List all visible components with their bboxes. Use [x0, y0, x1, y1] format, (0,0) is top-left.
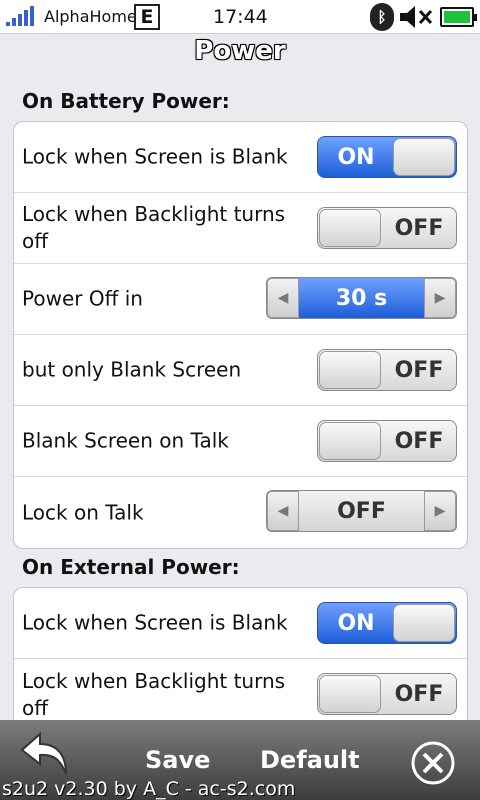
status-bar: AlphaHome E 17:44 ᛒ — [0, 0, 480, 34]
toggle-state: OFF — [394, 357, 444, 383]
arrow-left-icon[interactable]: ◀ — [267, 491, 299, 531]
network-type-badge: E — [134, 4, 160, 30]
toggle-state: ON — [337, 144, 375, 170]
setting-label: Power Off in — [22, 286, 143, 311]
save-button[interactable]: Save — [145, 746, 210, 774]
default-button[interactable]: Default — [260, 746, 360, 774]
power-off-spinner[interactable]: ◀ 30 s ▶ — [266, 277, 457, 319]
clock: 17:44 — [213, 6, 268, 28]
only-blank-screen-toggle[interactable]: OFF — [317, 349, 457, 391]
setting-label: Lock when Screen is Blank — [22, 144, 288, 169]
section-header-battery: On Battery Power: — [22, 89, 230, 113]
lock-when-blank-toggle[interactable]: ON — [317, 136, 457, 178]
toggle-state: OFF — [394, 215, 444, 241]
battery-settings-group: Lock when Screen is Blank ON Lock when B… — [13, 121, 468, 549]
section-header-external: On External Power: — [22, 555, 240, 579]
page-title: Power — [194, 36, 286, 66]
volume-muted-icon — [400, 6, 433, 28]
battery-icon — [440, 7, 477, 27]
bluetooth-icon: ᛒ — [370, 3, 394, 31]
ext-lock-when-backlight-off-toggle[interactable]: OFF — [317, 673, 457, 715]
setting-label: Lock on Talk — [22, 500, 144, 524]
toggle-knob — [319, 209, 381, 247]
toggle-knob — [393, 604, 455, 642]
carrier-name: AlphaHome — [44, 7, 137, 26]
list-item: Lock when Backlight turns off OFF — [14, 193, 467, 264]
toggle-knob — [319, 422, 381, 460]
list-item: but only Blank Screen OFF — [14, 335, 467, 406]
ext-lock-when-blank-toggle[interactable]: ON — [317, 602, 457, 644]
lock-on-talk-spinner[interactable]: ◀ OFF ▶ — [266, 490, 457, 532]
list-item: Lock when Screen is Blank ON — [14, 122, 467, 193]
external-settings-group: Lock when Screen is Blank ON Lock when B… — [13, 587, 468, 731]
list-item: Lock on Talk ◀ OFF ▶ — [14, 477, 467, 548]
battery-level — [444, 11, 470, 23]
list-item: Blank Screen on Talk OFF — [14, 406, 467, 477]
setting-label: Lock when Backlight turns off — [22, 668, 286, 720]
close-icon[interactable] — [410, 740, 456, 786]
blank-screen-on-talk-toggle[interactable]: OFF — [317, 420, 457, 462]
arrow-left-icon[interactable]: ◀ — [267, 278, 299, 318]
spinner-value: 30 s — [299, 278, 424, 318]
toggle-knob — [319, 675, 381, 713]
back-arrow-icon[interactable] — [18, 730, 76, 778]
list-item: Lock when Screen is Blank ON — [14, 588, 467, 659]
lock-when-backlight-off-toggle[interactable]: OFF — [317, 207, 457, 249]
setting-label: Lock when Backlight turns off — [22, 202, 286, 253]
arrow-right-icon[interactable]: ▶ — [424, 278, 456, 318]
toggle-knob — [393, 138, 455, 176]
signal-icon — [6, 6, 44, 26]
toggle-state: ON — [337, 610, 375, 636]
setting-label: but only Blank Screen — [22, 357, 242, 382]
footer-credit: s2u2 v2.30 by A_C - ac-s2.com — [2, 778, 296, 800]
spinner-value: OFF — [337, 498, 386, 524]
toggle-state: OFF — [394, 681, 444, 707]
toggle-state: OFF — [394, 428, 444, 454]
arrow-right-icon[interactable]: ▶ — [424, 491, 456, 531]
setting-label: Lock when Screen is Blank — [22, 610, 288, 635]
toggle-knob — [319, 351, 381, 389]
setting-label: Blank Screen on Talk — [22, 428, 229, 453]
list-item: Power Off in ◀ 30 s ▶ — [14, 264, 467, 335]
